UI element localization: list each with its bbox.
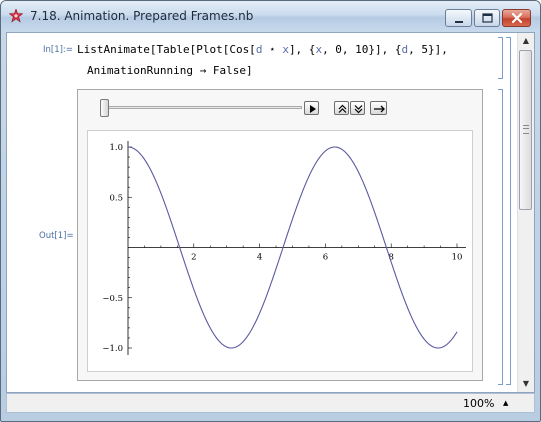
cosine-plot: 2 4 6 8 101.00.5−0.5−1.0 <box>102 141 466 355</box>
direction-button[interactable] <box>370 101 387 115</box>
data-point <box>275 268 276 269</box>
minimize-button[interactable] <box>445 9 472 27</box>
frame-slider-track[interactable] <box>102 106 302 109</box>
code-token: ], { <box>288 43 316 56</box>
data-point <box>292 218 293 219</box>
data-point <box>456 331 457 332</box>
code-variable: x <box>282 43 289 56</box>
play-button[interactable] <box>304 101 319 115</box>
data-point <box>440 347 441 348</box>
scroll-down-arrow-icon[interactable]: ▼ <box>518 376 534 392</box>
output-cell-label: Out[1]= <box>39 231 74 241</box>
y-tick-label: 0.5 <box>109 193 123 203</box>
data-point <box>308 176 309 177</box>
data-point <box>325 150 326 151</box>
data-point <box>243 341 244 342</box>
double-chevron-down-icon <box>354 105 363 114</box>
play-icon <box>310 105 316 113</box>
cell-group-bracket[interactable] <box>506 37 511 385</box>
y-tick-label: 1.0 <box>109 143 123 153</box>
data-point <box>358 171 359 172</box>
y-tick-label: −0.5 <box>102 294 123 304</box>
zoom-level[interactable]: 100% <box>463 397 494 410</box>
data-point <box>374 212 375 213</box>
grip-icon <box>523 125 529 134</box>
data-point <box>210 327 211 328</box>
data-point <box>259 313 260 314</box>
close-button[interactable] <box>502 9 531 27</box>
output-cell-bracket[interactable] <box>498 89 503 385</box>
mathematica-icon <box>9 9 23 23</box>
arrow-right-icon <box>374 105 385 113</box>
input-cell-bracket[interactable] <box>498 37 503 79</box>
y-tick-label: −1.0 <box>102 344 123 354</box>
data-point <box>193 289 194 290</box>
input-code-line-1[interactable]: ListAnimate[Table[Plot[Cos[d ⋆ x], {x, 0… <box>77 43 448 56</box>
window-title: 7.18. Animation. Prepared Frames.nb <box>30 9 254 23</box>
vertical-scrollbar[interactable]: ▲ ▼ <box>517 33 534 392</box>
data-point <box>144 159 145 160</box>
input-code-line-2[interactable]: AnimationRunning → False] <box>87 64 253 77</box>
status-bar: 100% ▲ <box>6 393 535 413</box>
notebook-content[interactable]: In[1]:= ListAnimate[Table[Plot[Cos[d ⋆ x… <box>6 32 535 393</box>
maximize-icon <box>482 13 493 23</box>
data-point <box>424 338 425 339</box>
title-bar[interactable]: 7.18. Animation. Prepared Frames.nb <box>1 1 540 31</box>
minimize-icon <box>455 21 463 23</box>
code-token: ⋆ <box>262 43 283 56</box>
double-chevron-up-icon <box>338 104 347 113</box>
code-token: , 0, 10}], { <box>322 43 402 56</box>
plot-frame: 2 4 6 8 10 1.0 0.5 −0.5 −1.0 <box>87 130 473 372</box>
x-tick-label: 10 <box>452 253 463 263</box>
x-tick-label: 6 <box>323 253 328 263</box>
x-tick-label: 2 <box>191 253 196 263</box>
data-point <box>226 346 227 347</box>
faster-button[interactable] <box>334 101 349 115</box>
data-point <box>160 193 161 194</box>
scroll-up-arrow-icon[interactable]: ▲ <box>518 33 534 49</box>
data-point <box>407 307 408 308</box>
code-token: , 5}], <box>408 43 448 56</box>
data-point <box>127 146 128 147</box>
x-tick-label: 4 <box>257 253 262 263</box>
frame-slider-thumb[interactable] <box>100 99 109 117</box>
data-point <box>177 240 178 241</box>
slower-button[interactable] <box>350 101 365 115</box>
data-point <box>391 262 392 263</box>
list-animate-panel: 2 4 6 8 10 1.0 0.5 −0.5 −1.0 <box>77 89 483 381</box>
zoom-menu-arrow-icon[interactable]: ▲ <box>503 399 508 407</box>
notebook-window: 7.18. Animation. Prepared Frames.nb In[1… <box>0 0 541 422</box>
close-icon <box>511 12 523 24</box>
code-token: ListAnimate[Table[Plot[Cos[ <box>77 43 256 56</box>
scrollbar-thumb[interactable] <box>519 50 532 210</box>
data-point <box>341 149 342 150</box>
input-cell-label: In[1]:= <box>43 45 73 55</box>
maximize-button[interactable] <box>474 9 500 27</box>
